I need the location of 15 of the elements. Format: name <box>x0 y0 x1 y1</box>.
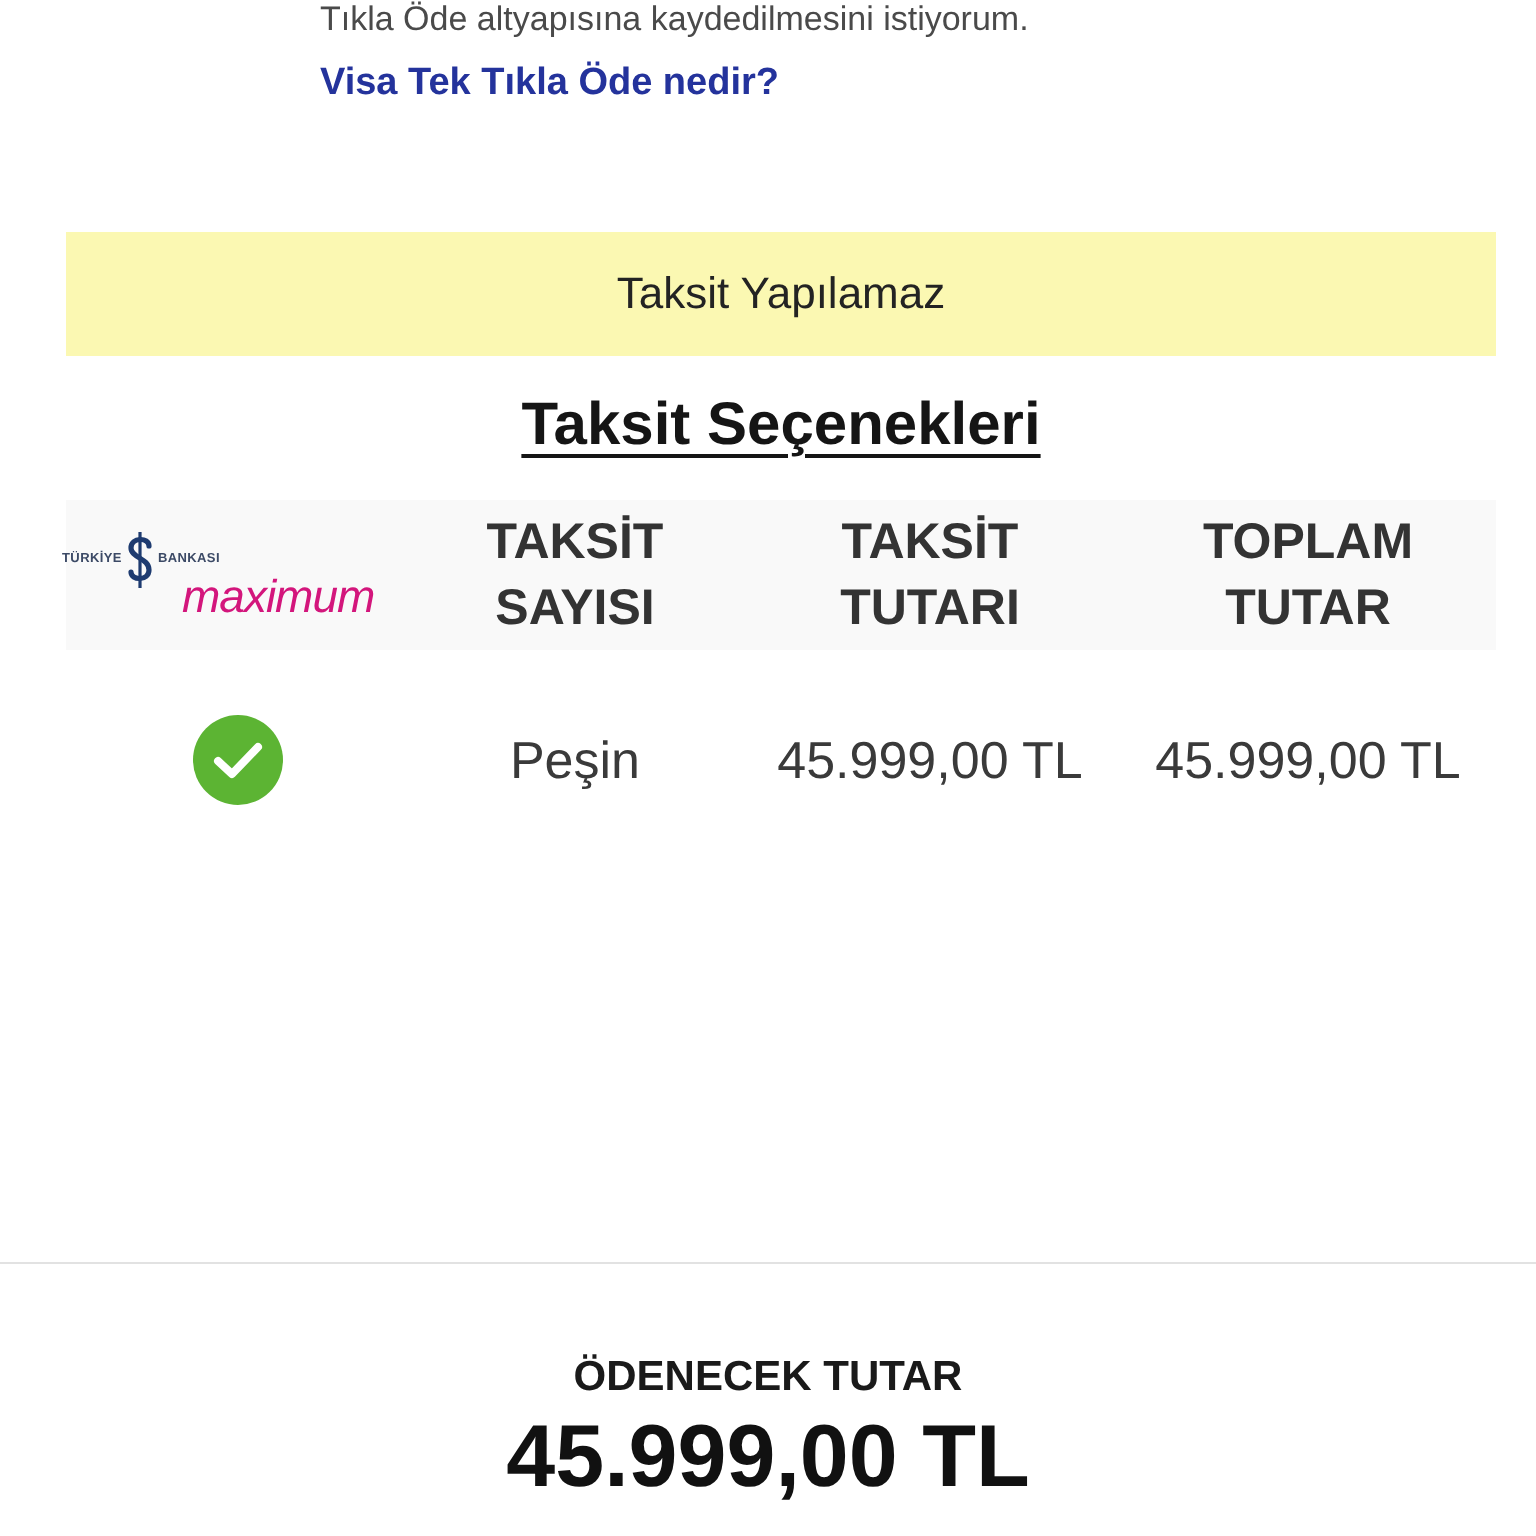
brand-name: maximum <box>182 569 375 621</box>
table-cell: 45.999,00 TL <box>1155 729 1461 791</box>
notice-banner: Taksit Yapılamaz <box>66 232 1496 356</box>
column-header: TAKSİT SAYISI <box>486 511 664 639</box>
column-header: TAKSİT TUTARI <box>840 511 1020 639</box>
total-label: ÖDENECEK TUTAR <box>571 1352 965 1404</box>
section-title: Taksit Seçenekleri <box>521 392 1041 460</box>
info-link[interactable]: Visa Tek Tıkla Öde nedir? <box>320 60 779 108</box>
table-cell: 45.999,00 TL <box>777 729 1083 791</box>
check-icon[interactable] <box>192 714 284 806</box>
table-cell: Peşin <box>509 729 641 791</box>
total-amount: 45.999,00 TL <box>506 1408 1030 1508</box>
dollar-sign-icon <box>125 529 154 589</box>
consent-text: Tıkla Öde altyapısına kaydedilmesini istiyorum. <box>320 0 1031 40</box>
column-header: TOPLAM TUTAR <box>1202 511 1414 639</box>
